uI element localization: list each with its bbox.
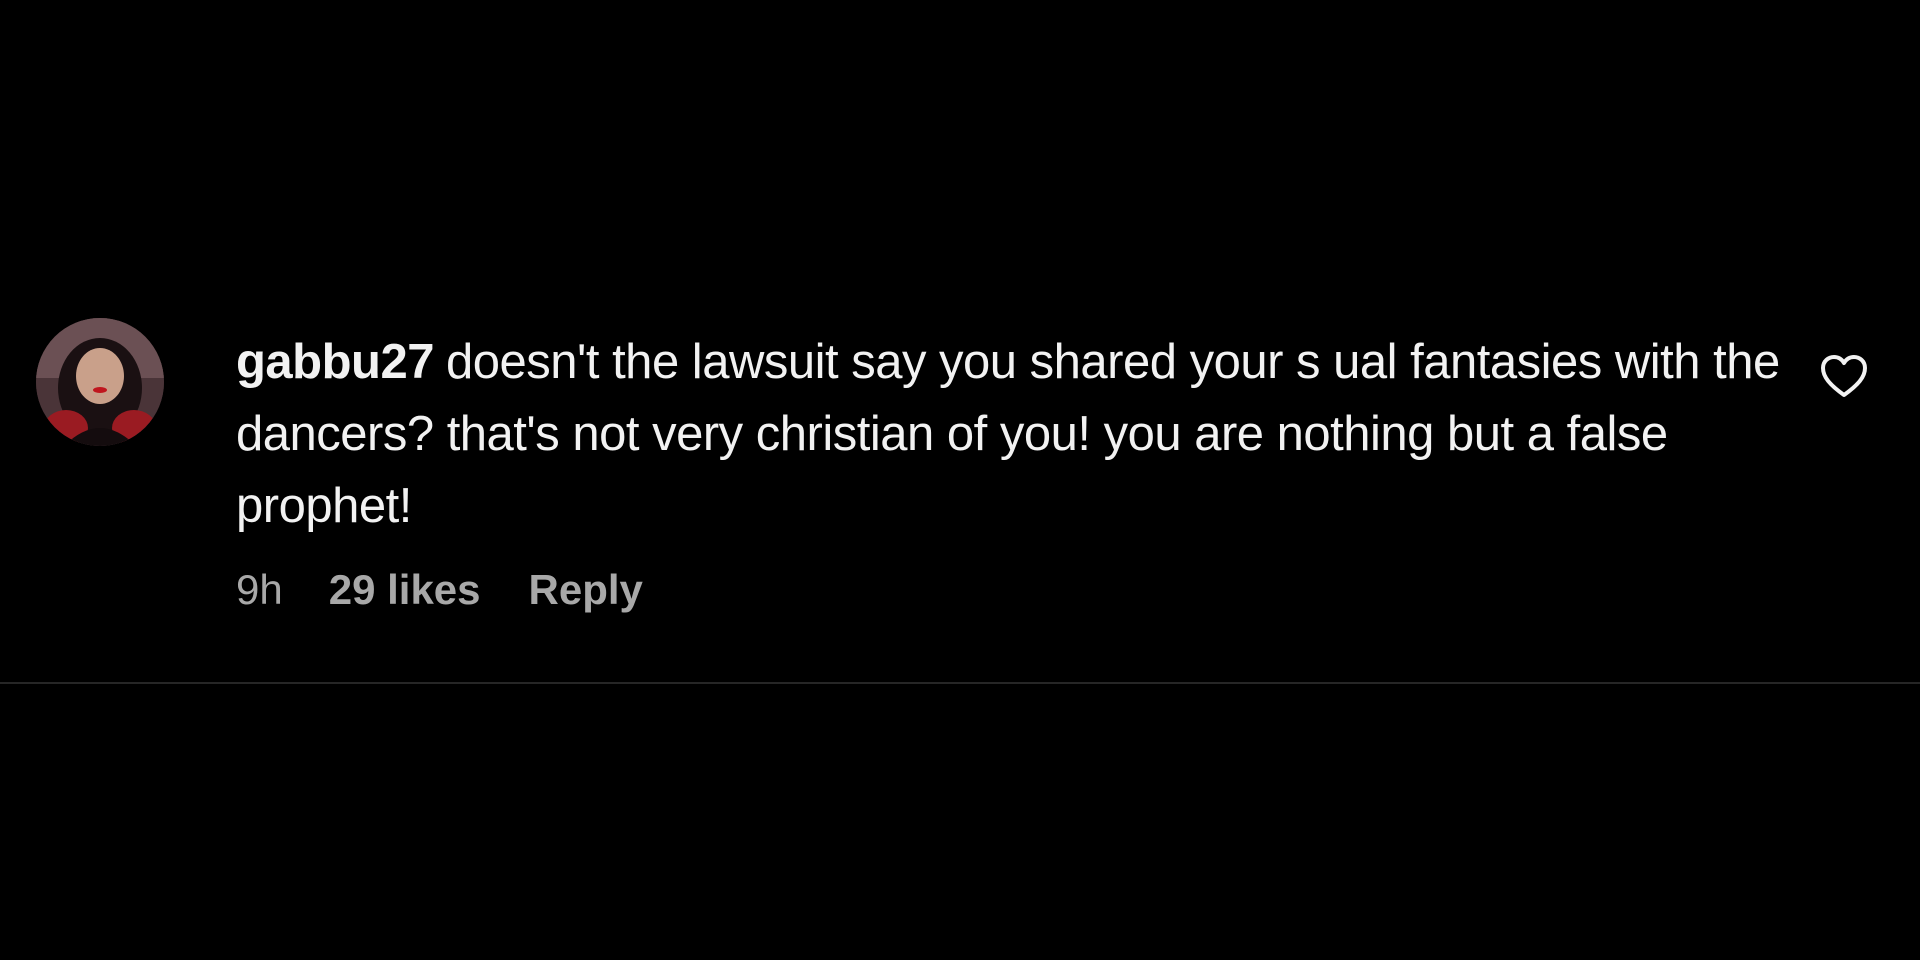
divider (0, 682, 1920, 684)
comment-username[interactable]: gabbu27 (236, 335, 434, 389)
comment-text: gabbu27 doesn't the lawsuit say you share… (236, 326, 1816, 542)
comment-timestamp: 9h (236, 566, 283, 613)
comment-meta: 9h 29 likes Reply (236, 566, 1816, 614)
comment-item: gabbu27 doesn't the lawsuit say you share… (36, 318, 1884, 638)
heart-outline-icon[interactable] (1820, 354, 1868, 398)
avatar-image (36, 318, 164, 446)
reply-button[interactable]: Reply (529, 566, 643, 614)
comment-body: gabbu27 doesn't the lawsuit say you share… (236, 326, 1816, 614)
comment-likes-count[interactable]: 29 likes (329, 566, 481, 614)
comment-message: doesn't the lawsuit say you shared your … (236, 335, 1780, 533)
avatar[interactable] (36, 318, 164, 446)
